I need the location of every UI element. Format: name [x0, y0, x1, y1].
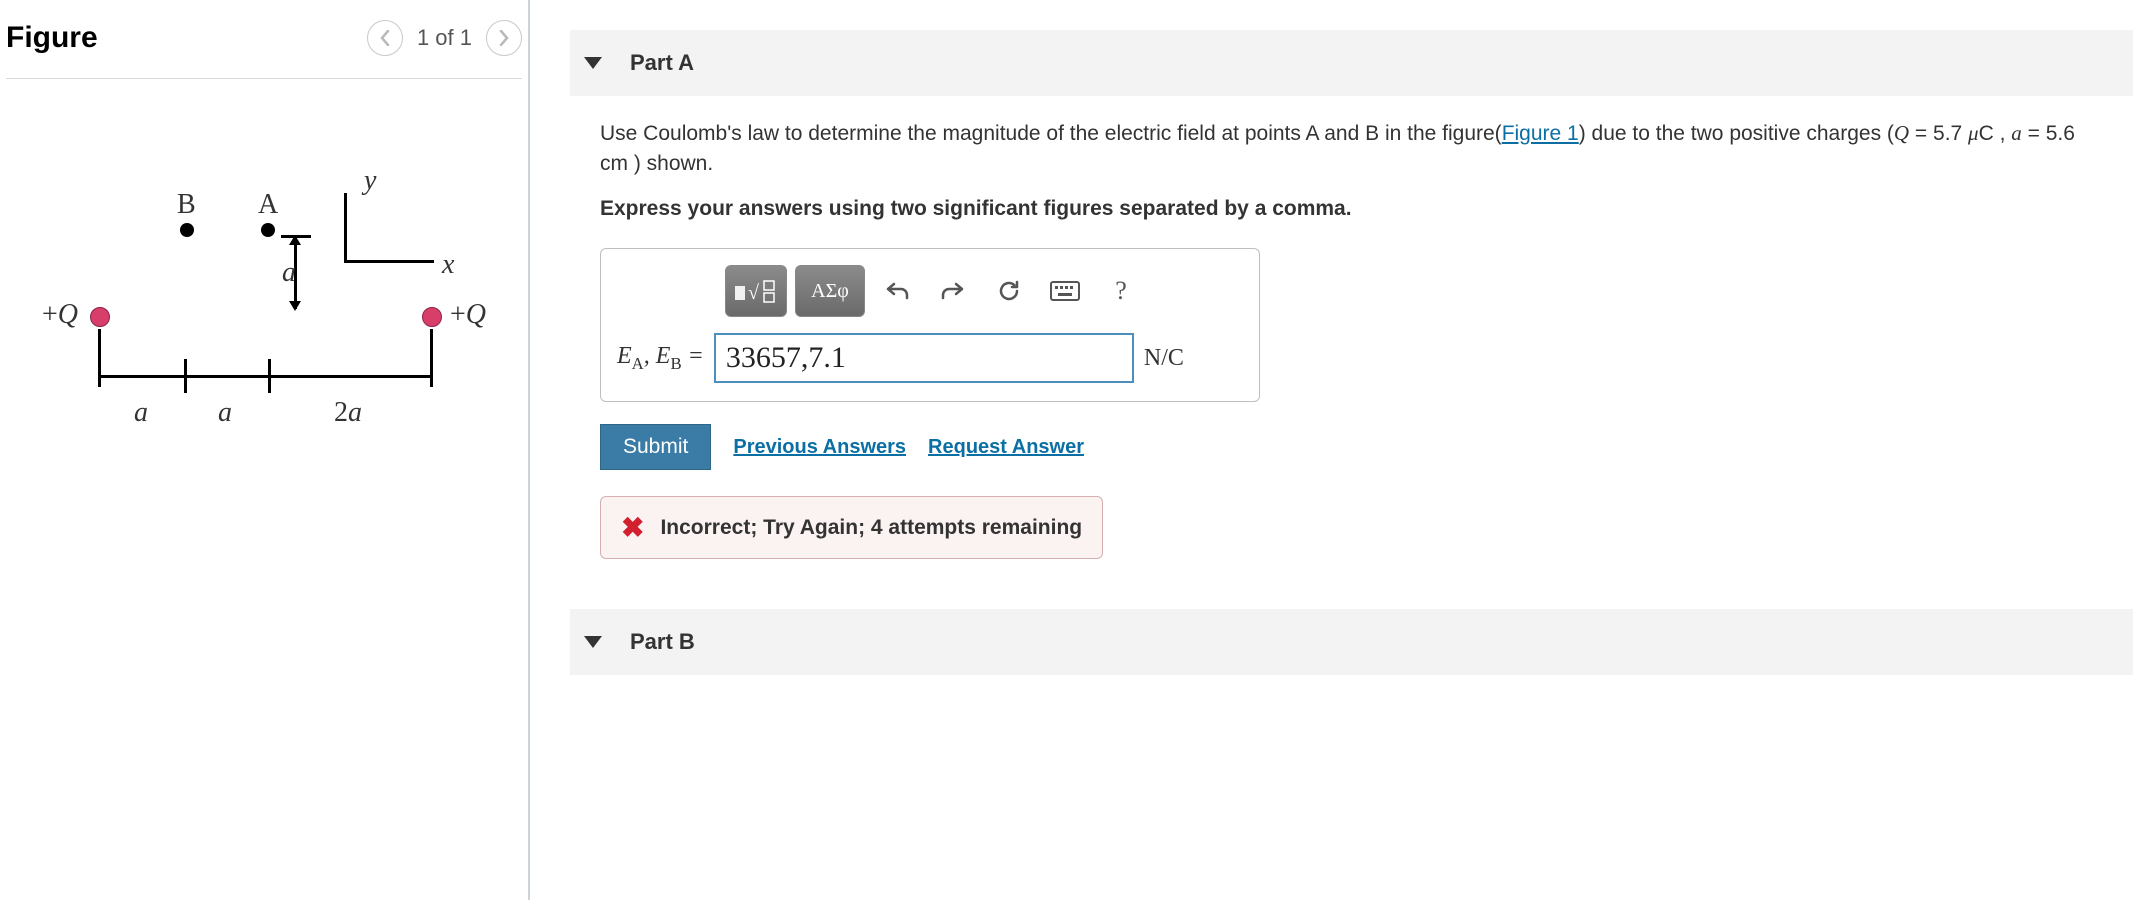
part-a-instruction: Express your answers using two significa…: [600, 194, 2103, 224]
figure-prev-button[interactable]: [367, 20, 403, 56]
point-b-label: B: [177, 189, 196, 221]
part-a-header[interactable]: Part A: [570, 30, 2133, 96]
point-a-dot: [261, 223, 275, 237]
collapse-icon: [584, 636, 602, 648]
submit-button[interactable]: Submit: [600, 424, 711, 470]
answer-box: √ ΑΣφ ?: [600, 248, 1260, 402]
part-a-title: Part A: [630, 50, 694, 76]
part-a-prompt: Use Coulomb's law to determine the magni…: [570, 118, 2133, 224]
redo-button[interactable]: [929, 265, 977, 317]
answer-unit: N/C: [1144, 345, 1184, 372]
previous-answers-link[interactable]: Previous Answers: [733, 436, 906, 459]
undo-button[interactable]: [873, 265, 921, 317]
part-b-title: Part B: [630, 629, 695, 655]
figure-title: Figure: [6, 21, 98, 55]
charge-right-dot: [422, 307, 442, 327]
charge-left-dot: [90, 307, 110, 327]
dim-a2: a: [218, 397, 232, 429]
axis-x-label: x: [442, 249, 454, 281]
templates-icon: √: [734, 277, 778, 305]
incorrect-icon: ✖: [621, 511, 644, 544]
dim-a-vertical: a: [282, 257, 296, 289]
point-a-label: A: [258, 189, 278, 221]
keyboard-button[interactable]: [1041, 265, 1089, 317]
templates-button[interactable]: √: [725, 265, 787, 317]
figure-diagram: y x B A a ++QQ +Q: [24, 159, 504, 519]
greek-button[interactable]: ΑΣφ: [795, 265, 865, 317]
svg-text:√: √: [748, 282, 759, 304]
equation-toolbar: √ ΑΣφ ?: [725, 265, 1243, 317]
feedback-box: ✖ Incorrect; Try Again; 4 attempts remai…: [600, 496, 1103, 559]
chevron-left-icon: [379, 30, 391, 46]
chevron-right-icon: [498, 30, 510, 46]
feedback-text: Incorrect; Try Again; 4 attempts remaini…: [660, 516, 1082, 540]
dim-a1: a: [134, 397, 148, 429]
figure-link[interactable]: Figure 1: [1502, 122, 1579, 145]
redo-icon: [941, 280, 965, 302]
keyboard-icon: [1050, 281, 1080, 301]
reset-icon: [997, 279, 1021, 303]
request-answer-link[interactable]: Request Answer: [928, 436, 1084, 459]
point-b-dot: [180, 223, 194, 237]
answer-label: EA, EB =: [617, 343, 704, 374]
figure-panel: Figure 1 of 1 y x B A: [0, 0, 530, 900]
problem-panel: Part A Use Coulomb's law to determine th…: [530, 0, 2153, 900]
part-b-header[interactable]: Part B: [570, 609, 2133, 675]
figure-next-button[interactable]: [486, 20, 522, 56]
axis-y-label: y: [364, 165, 376, 197]
collapse-icon: [584, 57, 602, 69]
answer-input[interactable]: [714, 333, 1134, 383]
figure-pager-text: 1 of 1: [417, 25, 472, 51]
reset-button[interactable]: [985, 265, 1033, 317]
figure-pager: 1 of 1: [367, 20, 522, 56]
help-button[interactable]: ?: [1097, 265, 1145, 317]
undo-icon: [885, 280, 909, 302]
